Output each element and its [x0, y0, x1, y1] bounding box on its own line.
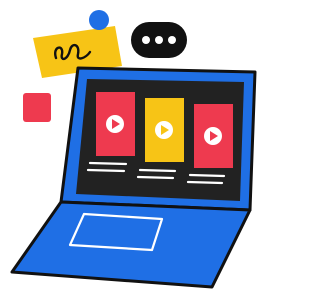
laptop-video-illustration [0, 0, 262, 303]
chat-bubble-ellipsis-icon [131, 22, 187, 58]
red-square-decoration [23, 93, 51, 122]
illustration-canvas [10, 10, 257, 289]
blue-dot-decoration [89, 10, 109, 30]
laptop-base [10, 200, 252, 289]
